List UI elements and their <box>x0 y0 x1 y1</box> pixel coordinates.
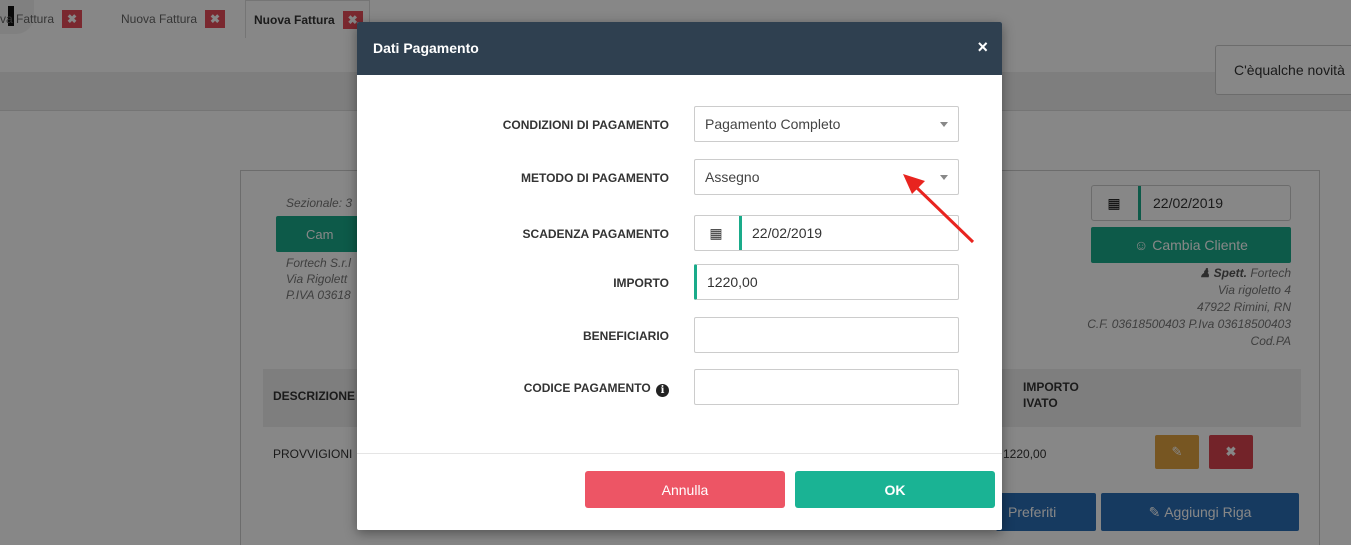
cancel-button[interactable]: Annulla <box>585 471 785 508</box>
form-row-metodo: METODO DI PAGAMENTO Assegno <box>357 159 1002 197</box>
codice-input[interactable] <box>694 369 959 405</box>
scadenza-label: SCADENZA PAGAMENTO <box>522 227 669 241</box>
condizioni-select[interactable]: Pagamento Completo <box>694 106 959 142</box>
beneficiario-label: BENEFICIARIO <box>582 329 669 343</box>
importo-input[interactable]: 1220,00 <box>694 264 959 300</box>
caret-down-icon <box>940 175 948 180</box>
divider <box>357 453 1002 454</box>
form-row-importo: IMPORTO 1220,00 <box>357 264 1002 302</box>
form-row-codice: CODICE PAGAMENTO i <box>357 369 1002 407</box>
scadenza-date-input[interactable]: 22/02/2019 <box>739 216 958 250</box>
caret-down-icon <box>940 122 948 127</box>
beneficiario-input[interactable] <box>694 317 959 353</box>
scadenza-date-field[interactable]: ▦ 22/02/2019 <box>694 215 959 251</box>
modal-title: Dati Pagamento <box>373 40 479 56</box>
ok-button[interactable]: OK <box>795 471 995 508</box>
condizioni-label: CONDIZIONI DI PAGAMENTO <box>502 118 669 132</box>
close-icon[interactable]: × <box>977 37 988 58</box>
info-icon[interactable]: i <box>656 384 669 397</box>
codice-label: CODICE PAGAMENTO i <box>524 381 669 397</box>
condizioni-value: Pagamento Completo <box>705 116 841 132</box>
metodo-label: METODO DI PAGAMENTO <box>520 171 669 185</box>
codice-label-text: CODICE PAGAMENTO <box>523 381 651 395</box>
form-row-condizioni: CONDIZIONI DI PAGAMENTO Pagamento Comple… <box>357 106 1002 144</box>
form-row-beneficiario: BENEFICIARIO <box>357 317 1002 355</box>
form-row-scadenza: SCADENZA PAGAMENTO ▦ 22/02/2019 <box>357 215 1002 253</box>
calendar-icon[interactable]: ▦ <box>695 216 737 250</box>
metodo-select[interactable]: Assegno <box>694 159 959 195</box>
metodo-value: Assegno <box>705 169 760 185</box>
payment-modal: Dati Pagamento × CONDIZIONI DI PAGAMENTO… <box>357 22 1002 530</box>
importo-label: IMPORTO <box>613 276 669 290</box>
modal-header: Dati Pagamento × <box>357 22 1002 75</box>
